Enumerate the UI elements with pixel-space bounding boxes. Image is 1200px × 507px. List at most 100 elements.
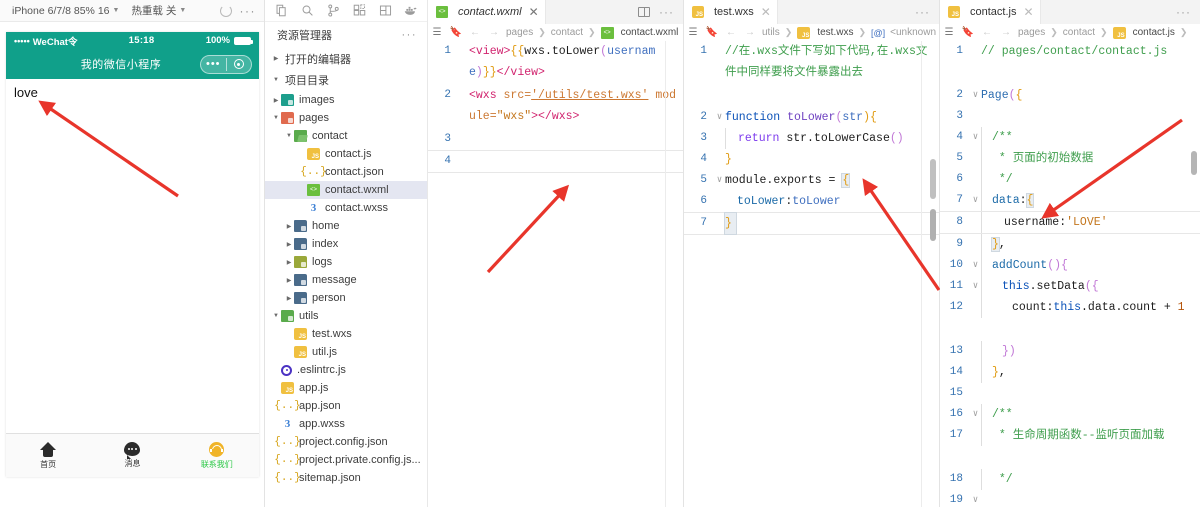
breadcrumb-item[interactable]: <unknown <box>890 27 936 38</box>
minimap[interactable] <box>1182 41 1200 507</box>
breadcrumb-item[interactable]: pages <box>1018 27 1045 38</box>
extensions-icon[interactable] <box>346 1 372 21</box>
tree-item-message[interactable]: ▶ message <box>265 271 427 289</box>
bookmark-icon[interactable]: 🔖 <box>961 27 975 38</box>
split-editor-icon[interactable] <box>638 7 650 17</box>
forward-icon[interactable]: → <box>487 27 501 38</box>
outline-icon[interactable]: ☰ <box>942 27 956 38</box>
explorer-icon[interactable] <box>268 1 294 21</box>
breadcrumb-item[interactable]: utils <box>762 27 780 38</box>
fold-indicator[interactable]: ∨ <box>970 190 981 211</box>
tree-item-eslintrc-js[interactable]: .eslintrc.js <box>265 361 427 379</box>
tabbar-item-message[interactable]: 消息 <box>90 434 174 477</box>
tree-item-contact-js[interactable]: JS contact.js <box>265 145 427 163</box>
back-icon[interactable]: ← <box>980 27 994 38</box>
chevron-down-icon[interactable]: ▼ <box>271 115 281 121</box>
tree-item-app-wxss[interactable]: 3 app.wxss <box>265 415 427 433</box>
tree-item-logs[interactable]: ▶ logs <box>265 253 427 271</box>
fold-indicator[interactable]: ∨ <box>970 255 981 276</box>
breadcrumb-item[interactable]: contact <box>551 27 583 38</box>
fold-indicator[interactable]: ∨ <box>970 127 981 148</box>
tree-item-util-js[interactable]: JS util.js <box>265 343 427 361</box>
fold-indicator[interactable]: ∨ <box>714 170 725 191</box>
capsule-button[interactable]: ••• <box>200 54 252 74</box>
tree-item-contact-wxss[interactable]: 3 contact.wxss <box>265 199 427 217</box>
editor-more-button[interactable]: ··· <box>659 5 674 19</box>
device-selector[interactable]: iPhone 6/7/8 85% 16 ▼ <box>6 5 125 17</box>
forward-icon[interactable]: → <box>999 27 1013 38</box>
bookmark-icon[interactable]: 🔖 <box>449 27 463 38</box>
fold-indicator[interactable]: ∨ <box>970 490 981 507</box>
bookmark-icon[interactable]: 🔖 <box>705 27 719 38</box>
breadcrumb-item[interactable]: test.wxs <box>817 27 853 38</box>
code-area-wxs[interactable]: 1 //在.wxs文件下写如下代码,在.wxs文件中同样要将文件暴露出去 2 ∨… <box>684 41 939 507</box>
chevron-right-icon[interactable]: ▶ <box>271 97 281 104</box>
close-icon[interactable]: ✕ <box>759 5 771 19</box>
chevron-right-icon[interactable]: ▶ <box>284 223 294 230</box>
outline-icon[interactable]: ☰ <box>686 27 700 38</box>
minimap[interactable] <box>665 41 683 507</box>
explorer-more-button[interactable]: ··· <box>402 29 418 41</box>
tree-item-sitemap-json[interactable]: {..} sitemap.json <box>265 469 427 487</box>
back-icon[interactable]: ← <box>724 27 738 38</box>
fold-indicator[interactable]: ∨ <box>970 276 981 297</box>
chevron-right-icon[interactable]: ▶ <box>284 241 294 248</box>
tree-item-project-private-config-js[interactable]: {..} project.private.config.js... <box>265 451 427 469</box>
source-control-icon[interactable] <box>320 1 346 21</box>
tree-item-contact[interactable]: ▼ contact <box>265 127 427 145</box>
tree-item-images[interactable]: ▶ images <box>265 91 427 109</box>
minimap[interactable] <box>921 41 939 507</box>
scrollbar-thumb[interactable] <box>1191 151 1197 175</box>
tree-item-contact-wxml[interactable]: <> contact.wxml <box>265 181 427 199</box>
tree-item-pages[interactable]: ▼ pages <box>265 109 427 127</box>
tree-item-home[interactable]: ▶ home <box>265 217 427 235</box>
section-open-editors[interactable]: ▶ 打开的编辑器 <box>265 48 427 69</box>
scrollbar-thumb[interactable] <box>930 159 936 199</box>
outline-icon[interactable]: ☰ <box>430 27 444 38</box>
hot-reload-selector[interactable]: 热重载 关 ▼ <box>125 3 192 18</box>
docker-icon[interactable] <box>398 1 424 21</box>
chevron-right-icon[interactable]: ▶ <box>284 277 294 284</box>
capsule-more-icon[interactable]: ••• <box>201 58 226 70</box>
capsule-close-icon[interactable] <box>227 59 252 69</box>
scrollbar-thumb-2[interactable] <box>930 209 936 241</box>
breadcrumb-item[interactable]: contact.wxml <box>621 27 679 38</box>
tabbar-item-home[interactable]: 首页 <box>6 434 90 477</box>
chevron-down-icon[interactable]: ▼ <box>284 133 294 139</box>
editor-more-button[interactable]: ··· <box>915 5 930 19</box>
tree-item-app-js[interactable]: JS app.js <box>265 379 427 397</box>
editor-more-button[interactable]: ··· <box>1176 5 1191 19</box>
simulator-more-button[interactable]: ··· <box>232 4 265 18</box>
close-icon[interactable]: ✕ <box>527 5 539 19</box>
search-icon[interactable] <box>294 1 320 21</box>
chevron-right-icon[interactable]: ▶ <box>284 295 294 302</box>
back-icon[interactable]: ← <box>468 27 482 38</box>
tree-item-person[interactable]: ▶ person <box>265 289 427 307</box>
code-area-wxml[interactable]: 1 <view>{{wxs.toLower(username)}}</view>… <box>428 41 683 507</box>
split-layout-icon[interactable] <box>372 1 398 21</box>
fold-indicator[interactable]: ∨ <box>714 107 725 128</box>
tree-item-index[interactable]: ▶ index <box>265 235 427 253</box>
close-icon[interactable]: ✕ <box>1021 5 1033 19</box>
tabbar-item-contact[interactable]: 联系我们 <box>175 434 259 477</box>
breadcrumb-item[interactable]: contact.js <box>1133 27 1175 38</box>
section-project-directory[interactable]: ▼ 项目目录 <box>265 69 427 90</box>
code-area-js[interactable]: 1 // pages/contact/contact.js 2 ∨ Page({… <box>940 41 1200 507</box>
tree-item-test-wxs[interactable]: JS test.wxs <box>265 325 427 343</box>
token[interactable]: '/utils/test.wxs' <box>531 89 648 102</box>
fold-indicator[interactable]: ∨ <box>970 404 981 425</box>
breadcrumb-item[interactable]: pages <box>506 27 533 38</box>
editor-tab-contact-wxml[interactable]: <> contact.wxml ✕ <box>428 0 546 24</box>
tree-item-contact-json[interactable]: {..} contact.json <box>265 163 427 181</box>
tree-item-project-config-json[interactable]: {..} project.config.json <box>265 433 427 451</box>
chevron-right-icon[interactable]: ▶ <box>284 259 294 266</box>
breadcrumb-item[interactable]: contact <box>1063 27 1095 38</box>
editor-tab-test-wxs[interactable]: JS test.wxs ✕ <box>684 0 778 24</box>
chevron-down-icon[interactable]: ▼ <box>271 313 281 319</box>
tree-item-utils[interactable]: ▼ utils <box>265 307 427 325</box>
tree-item-app-json[interactable]: {..} app.json <box>265 397 427 415</box>
forward-icon[interactable]: → <box>743 27 757 38</box>
refresh-icon[interactable] <box>219 4 232 17</box>
editor-tab-contact-js[interactable]: JS contact.js ✕ <box>940 0 1041 24</box>
fold-indicator[interactable]: ∨ <box>970 85 981 106</box>
